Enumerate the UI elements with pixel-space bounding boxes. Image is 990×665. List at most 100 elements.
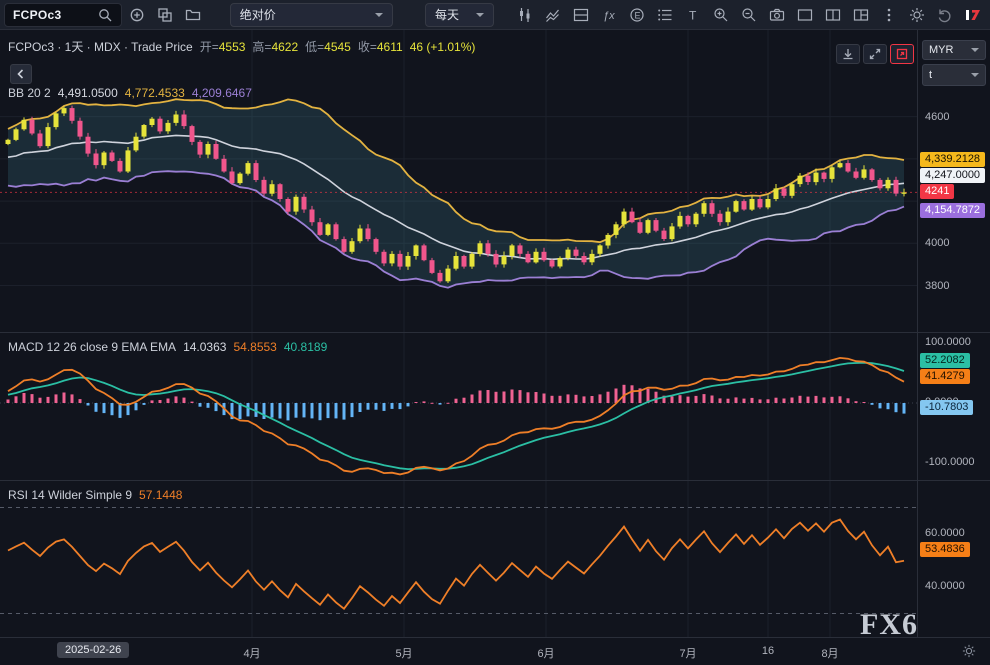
compare-icon[interactable] (152, 3, 178, 27)
zoom-in-icon[interactable] (708, 3, 734, 27)
tradingview-logo[interactable] (960, 3, 986, 27)
chevron-down-icon (971, 48, 979, 52)
axis-tick: 4600 (925, 111, 949, 123)
chevron-down-icon (971, 73, 979, 77)
symbol-name: FCPOc3 (13, 8, 61, 22)
price-badge: 4,247.0000 (920, 168, 985, 183)
open-value: 4553 (219, 40, 246, 54)
time-axis-label: 4月 (232, 645, 272, 661)
bb-legend: BB 20 2 4,491.0500 4,772.4533 4,209.6467 (8, 86, 252, 100)
time-axis-label: 8月 (810, 645, 850, 661)
main-series-legend: FCPOc3 · 1天 · MDX · Trade Price 开=4553 高… (8, 38, 475, 55)
rsi-legend: RSI 14 Wilder Simple 9 57.1448 (8, 488, 182, 502)
macd-canvas[interactable] (0, 332, 917, 480)
layout-single-icon[interactable] (792, 3, 818, 27)
time-axis-label: 16 (748, 645, 788, 657)
time-axis-label: 7月 (668, 645, 708, 661)
price-badge: 52.2082 (920, 353, 970, 368)
series-title[interactable]: FCPOc3 · 1天 · MDX · Trade Price (8, 38, 193, 55)
bb-title[interactable]: BB 20 2 (8, 86, 51, 100)
rsi-title[interactable]: RSI 14 Wilder Simple 9 (8, 488, 132, 502)
text-tool-icon[interactable]: T (680, 3, 706, 27)
open-label: 开= (200, 40, 219, 54)
layout-vsplit-icon[interactable] (820, 3, 846, 27)
time-axis-label: 6月 (526, 645, 566, 661)
time-axis-label: 5月 (384, 645, 424, 661)
axis-tick: 40.0000 (925, 580, 965, 592)
price-badge: 4,154.7872 (920, 203, 985, 218)
maximize-icon (896, 48, 908, 60)
low-label: 低= (305, 40, 324, 54)
bb-lower-value: 4,209.6467 (192, 86, 252, 100)
download-icon (842, 48, 854, 60)
axis-tick: 3800 (925, 280, 949, 292)
chevron-down-icon (476, 13, 484, 17)
chevron-left-icon (15, 68, 27, 80)
symbol-search-box[interactable]: FCPOc3 (4, 3, 122, 27)
timezone-settings-icon[interactable] (962, 644, 976, 663)
camera-icon[interactable] (764, 3, 790, 27)
fx-indicator-icon[interactable]: ƒx (596, 3, 622, 27)
zoom-out-icon[interactable] (736, 3, 762, 27)
search-icon (97, 3, 113, 27)
close-label: 收= (358, 40, 377, 54)
axis-tick: 60.0000 (925, 527, 965, 539)
chevron-down-icon (375, 13, 383, 17)
change-value: 46 (+1.01%) (410, 40, 476, 54)
kebab-menu-icon[interactable] (876, 3, 902, 27)
macd-legend: MACD 12 26 close 9 EMA EMA 14.0363 54.85… (8, 340, 327, 354)
svg-text:T: T (689, 8, 697, 22)
fullscreen-button[interactable] (863, 44, 887, 64)
rsi-value: 57.1448 (139, 488, 182, 502)
high-value: 4622 (271, 40, 298, 54)
chart-area: FCPOc3 · 1天 · MDX · Trade Price 开=4553 高… (0, 30, 917, 637)
price-badge: -10.7803 (920, 400, 973, 415)
currency-value: MYR (929, 44, 953, 56)
pane-separator (918, 332, 990, 333)
axis-tick: 4000 (925, 237, 949, 249)
svg-text:E: E (635, 10, 641, 20)
settings-gear-icon[interactable] (904, 3, 930, 27)
bb-basis-value: 4,491.0500 (58, 86, 118, 100)
svg-text:ƒx: ƒx (603, 10, 615, 22)
axis-tick: -100.0000 (925, 456, 975, 468)
axis-tick: 100.0000 (925, 336, 971, 348)
price-badge: 53.4836 (920, 542, 970, 557)
top-toolbar: FCPOc3 绝对价 每天 (0, 0, 990, 30)
price-mode-value: 绝对价 (240, 6, 276, 23)
time-axis[interactable]: 2025-02-26 4月 5月 6月 7月 16 8月 (0, 637, 990, 665)
expand-icon (869, 48, 881, 60)
maximize-button[interactable] (890, 44, 914, 64)
add-symbol-icon[interactable] (124, 3, 150, 27)
download-button[interactable] (836, 44, 860, 64)
panels-icon[interactable] (568, 3, 594, 27)
macd-signal-value: 40.8189 (284, 340, 327, 354)
trading-terminal: FCPOc3 绝对价 每天 (0, 0, 990, 665)
layout-grid-icon[interactable] (848, 3, 874, 27)
undo-icon[interactable] (932, 3, 958, 27)
price-mode-dropdown[interactable]: 绝对价 (230, 3, 393, 27)
low-value: 4545 (324, 40, 351, 54)
macd-title[interactable]: MACD 12 26 close 9 EMA EMA (8, 340, 176, 354)
interval-dropdown[interactable]: 每天 (425, 3, 494, 27)
macd-hist-value: 14.0363 (183, 340, 226, 354)
price-chart-canvas[interactable] (0, 30, 917, 332)
price-axis[interactable]: MYR t 460040003800100.00000.0000-100.000… (917, 30, 990, 637)
watchlist-icon[interactable] (652, 3, 678, 27)
close-value: 4611 (377, 40, 403, 54)
unit-dropdown[interactable]: t (922, 64, 986, 86)
price-badge: 4,339.2128 (920, 152, 985, 167)
bb-upper-value: 4,772.4533 (125, 86, 185, 100)
interval-value: 每天 (435, 6, 459, 23)
folder-icon[interactable] (180, 3, 206, 27)
back-button[interactable] (10, 64, 32, 84)
circle-e-icon[interactable]: E (624, 3, 650, 27)
chart-style-icon[interactable] (512, 3, 538, 27)
overlay-compare-icon[interactable] (540, 3, 566, 27)
rsi-canvas[interactable] (0, 480, 917, 637)
pane-separator (918, 480, 990, 481)
high-label: 高= (252, 40, 271, 54)
start-date-badge: 2025-02-26 (57, 642, 129, 658)
macd-line-value: 54.8553 (233, 340, 276, 354)
currency-dropdown[interactable]: MYR (922, 40, 986, 60)
